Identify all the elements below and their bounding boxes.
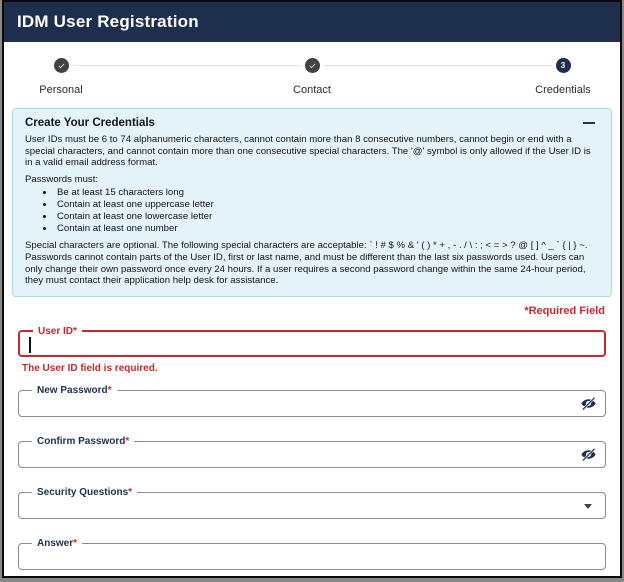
step-number-badge: 3 bbox=[555, 58, 571, 73]
eye-slash-icon[interactable] bbox=[578, 395, 598, 414]
check-icon bbox=[304, 58, 320, 73]
userid-rules-text: User IDs must be 6 to 74 alphanumeric ch… bbox=[25, 134, 591, 169]
confirm-password-field[interactable]: Confirm Password* bbox=[18, 434, 606, 468]
stepper: Personal Contact 3 Credentials bbox=[4, 42, 620, 106]
answer-field[interactable]: Answer* bbox=[18, 536, 606, 570]
new-password-label: New Password* bbox=[32, 383, 117, 397]
security-questions-label: Security Questions* bbox=[32, 485, 138, 499]
required-field-note: *Required Field bbox=[524, 304, 605, 317]
step-label: Contact bbox=[293, 84, 331, 96]
eye-slash-icon[interactable] bbox=[578, 446, 598, 465]
credentials-form: User ID* The User ID field is required. … bbox=[18, 324, 606, 570]
text-caret bbox=[29, 336, 31, 353]
password-rules-list: Be at least 15 characters longContain at… bbox=[55, 187, 599, 235]
security-questions-field[interactable]: Security Questions* bbox=[18, 485, 606, 519]
password-rule-item: Contain at least one lowercase letter bbox=[55, 211, 599, 223]
user-id-label: User ID* bbox=[33, 324, 82, 338]
credentials-info-panel: Create Your Credentials User IDs must be… bbox=[12, 108, 612, 297]
step-personal[interactable]: Personal bbox=[28, 58, 94, 96]
step-label: Personal bbox=[39, 84, 83, 96]
step-credentials[interactable]: 3 Credentials bbox=[530, 58, 596, 96]
answer-input[interactable] bbox=[19, 543, 605, 569]
idm-registration-page: IDM User Registration Personal Contact 3… bbox=[2, 0, 622, 578]
app-header: IDM User Registration bbox=[4, 2, 620, 42]
confirm-password-label: Confirm Password* bbox=[32, 434, 135, 448]
panel-title: Create Your Credentials bbox=[25, 117, 155, 129]
new-password-field[interactable]: New Password* bbox=[18, 383, 606, 417]
user-id-error: The User ID field is required. bbox=[22, 362, 158, 374]
password-rule-item: Contain at least one number bbox=[55, 223, 599, 235]
answer-label: Answer* bbox=[32, 536, 83, 550]
step-contact[interactable]: Contact bbox=[279, 58, 345, 96]
check-icon bbox=[53, 58, 69, 73]
password-rule-item: Be at least 15 characters long bbox=[55, 187, 599, 199]
collapse-minus-icon[interactable] bbox=[581, 117, 597, 129]
user-id-field[interactable]: User ID* bbox=[18, 324, 606, 357]
passwords-must-label: Passwords must: bbox=[25, 173, 99, 185]
password-rule-item: Contain at least one uppercase letter bbox=[55, 199, 599, 211]
user-id-input[interactable] bbox=[20, 331, 604, 355]
step-label: Credentials bbox=[535, 84, 591, 96]
special-chars-text: Special characters are optional. The fol… bbox=[25, 240, 588, 287]
page-title: IDM User Registration bbox=[17, 12, 199, 31]
